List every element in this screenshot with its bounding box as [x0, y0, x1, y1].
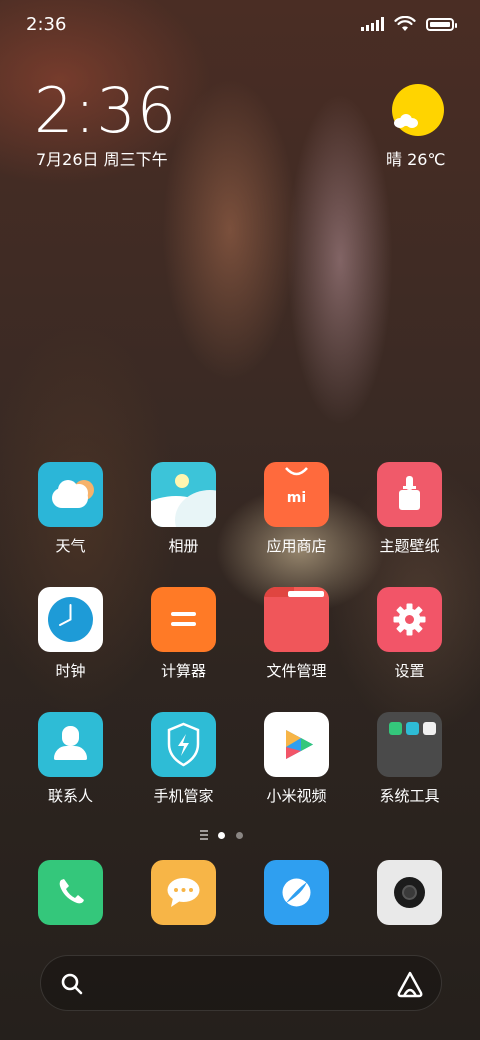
themes-icon: [377, 462, 442, 527]
dock-messages[interactable]: [127, 860, 240, 925]
video-icon: [264, 712, 329, 777]
signal-icon: [361, 17, 384, 31]
messages-icon: [151, 860, 216, 925]
security-icon: [151, 712, 216, 777]
app-video[interactable]: 小米视频: [240, 712, 353, 806]
weather-cloud-icon: [394, 114, 418, 128]
folder-icon: [264, 587, 329, 652]
app-label: 相册: [168, 537, 199, 555]
app-label: 天气: [55, 537, 86, 555]
app-clock[interactable]: 时钟: [14, 587, 127, 681]
tools-folder-icon: [377, 712, 442, 777]
wifi-icon: [394, 16, 416, 31]
clock-icon: [38, 587, 103, 652]
search-bar[interactable]: [40, 955, 442, 1011]
clock-time[interactable]: 2:36: [34, 74, 177, 147]
app-settings[interactable]: 设置: [353, 587, 466, 681]
camera-icon: [377, 860, 442, 925]
app-themes[interactable]: 主题壁纸: [353, 462, 466, 556]
app-store[interactable]: mi 应用商店: [240, 462, 353, 556]
clock-date: 7月26日 周三下午: [36, 150, 168, 169]
gallery-icon: [151, 462, 216, 527]
app-label: 计算器: [160, 662, 206, 680]
page-list-icon: [200, 830, 208, 842]
status-bar: 2:36: [0, 0, 480, 50]
app-label: 系统工具: [379, 787, 440, 805]
dock-browser[interactable]: [240, 860, 353, 925]
app-weather[interactable]: 天气: [14, 462, 127, 556]
weather-text: 晴 26℃: [386, 150, 446, 169]
app-label: 设置: [394, 662, 425, 680]
page-indicator[interactable]: [0, 826, 480, 846]
app-tools-folder[interactable]: 系统工具: [353, 712, 466, 806]
dock-phone[interactable]: [14, 860, 127, 925]
app-store-icon: mi: [264, 462, 329, 527]
calculator-icon: [151, 587, 216, 652]
app-label: 小米视频: [266, 787, 327, 805]
status-icons: [361, 16, 457, 32]
app-label: 应用商店: [266, 537, 327, 555]
page-dot-active: [218, 832, 225, 839]
weather-sun-icon[interactable]: [392, 84, 444, 136]
search-icon[interactable]: [59, 971, 85, 997]
app-files[interactable]: 文件管理: [240, 587, 353, 681]
app-label: 联系人: [47, 787, 93, 805]
app-contacts[interactable]: 联系人: [14, 712, 127, 806]
svg-text:mi: mi: [287, 490, 306, 506]
app-label: 主题壁纸: [379, 537, 440, 555]
page-dot: [236, 832, 243, 839]
dock-camera[interactable]: [353, 860, 466, 925]
app-gallery[interactable]: 相册: [127, 462, 240, 556]
app-label: 文件管理: [266, 662, 327, 680]
status-time: 2:36: [26, 14, 67, 35]
assistant-icon[interactable]: [395, 969, 425, 999]
browser-icon: [264, 860, 329, 925]
app-calculator[interactable]: 计算器: [127, 587, 240, 681]
app-label: 时钟: [55, 662, 86, 680]
app-security[interactable]: 手机管家: [127, 712, 240, 806]
contacts-icon: [38, 712, 103, 777]
settings-icon: [377, 587, 442, 652]
weather-icon: [38, 462, 103, 527]
phone-icon: [38, 860, 103, 925]
battery-icon: [426, 17, 457, 31]
app-label: 手机管家: [153, 787, 214, 805]
